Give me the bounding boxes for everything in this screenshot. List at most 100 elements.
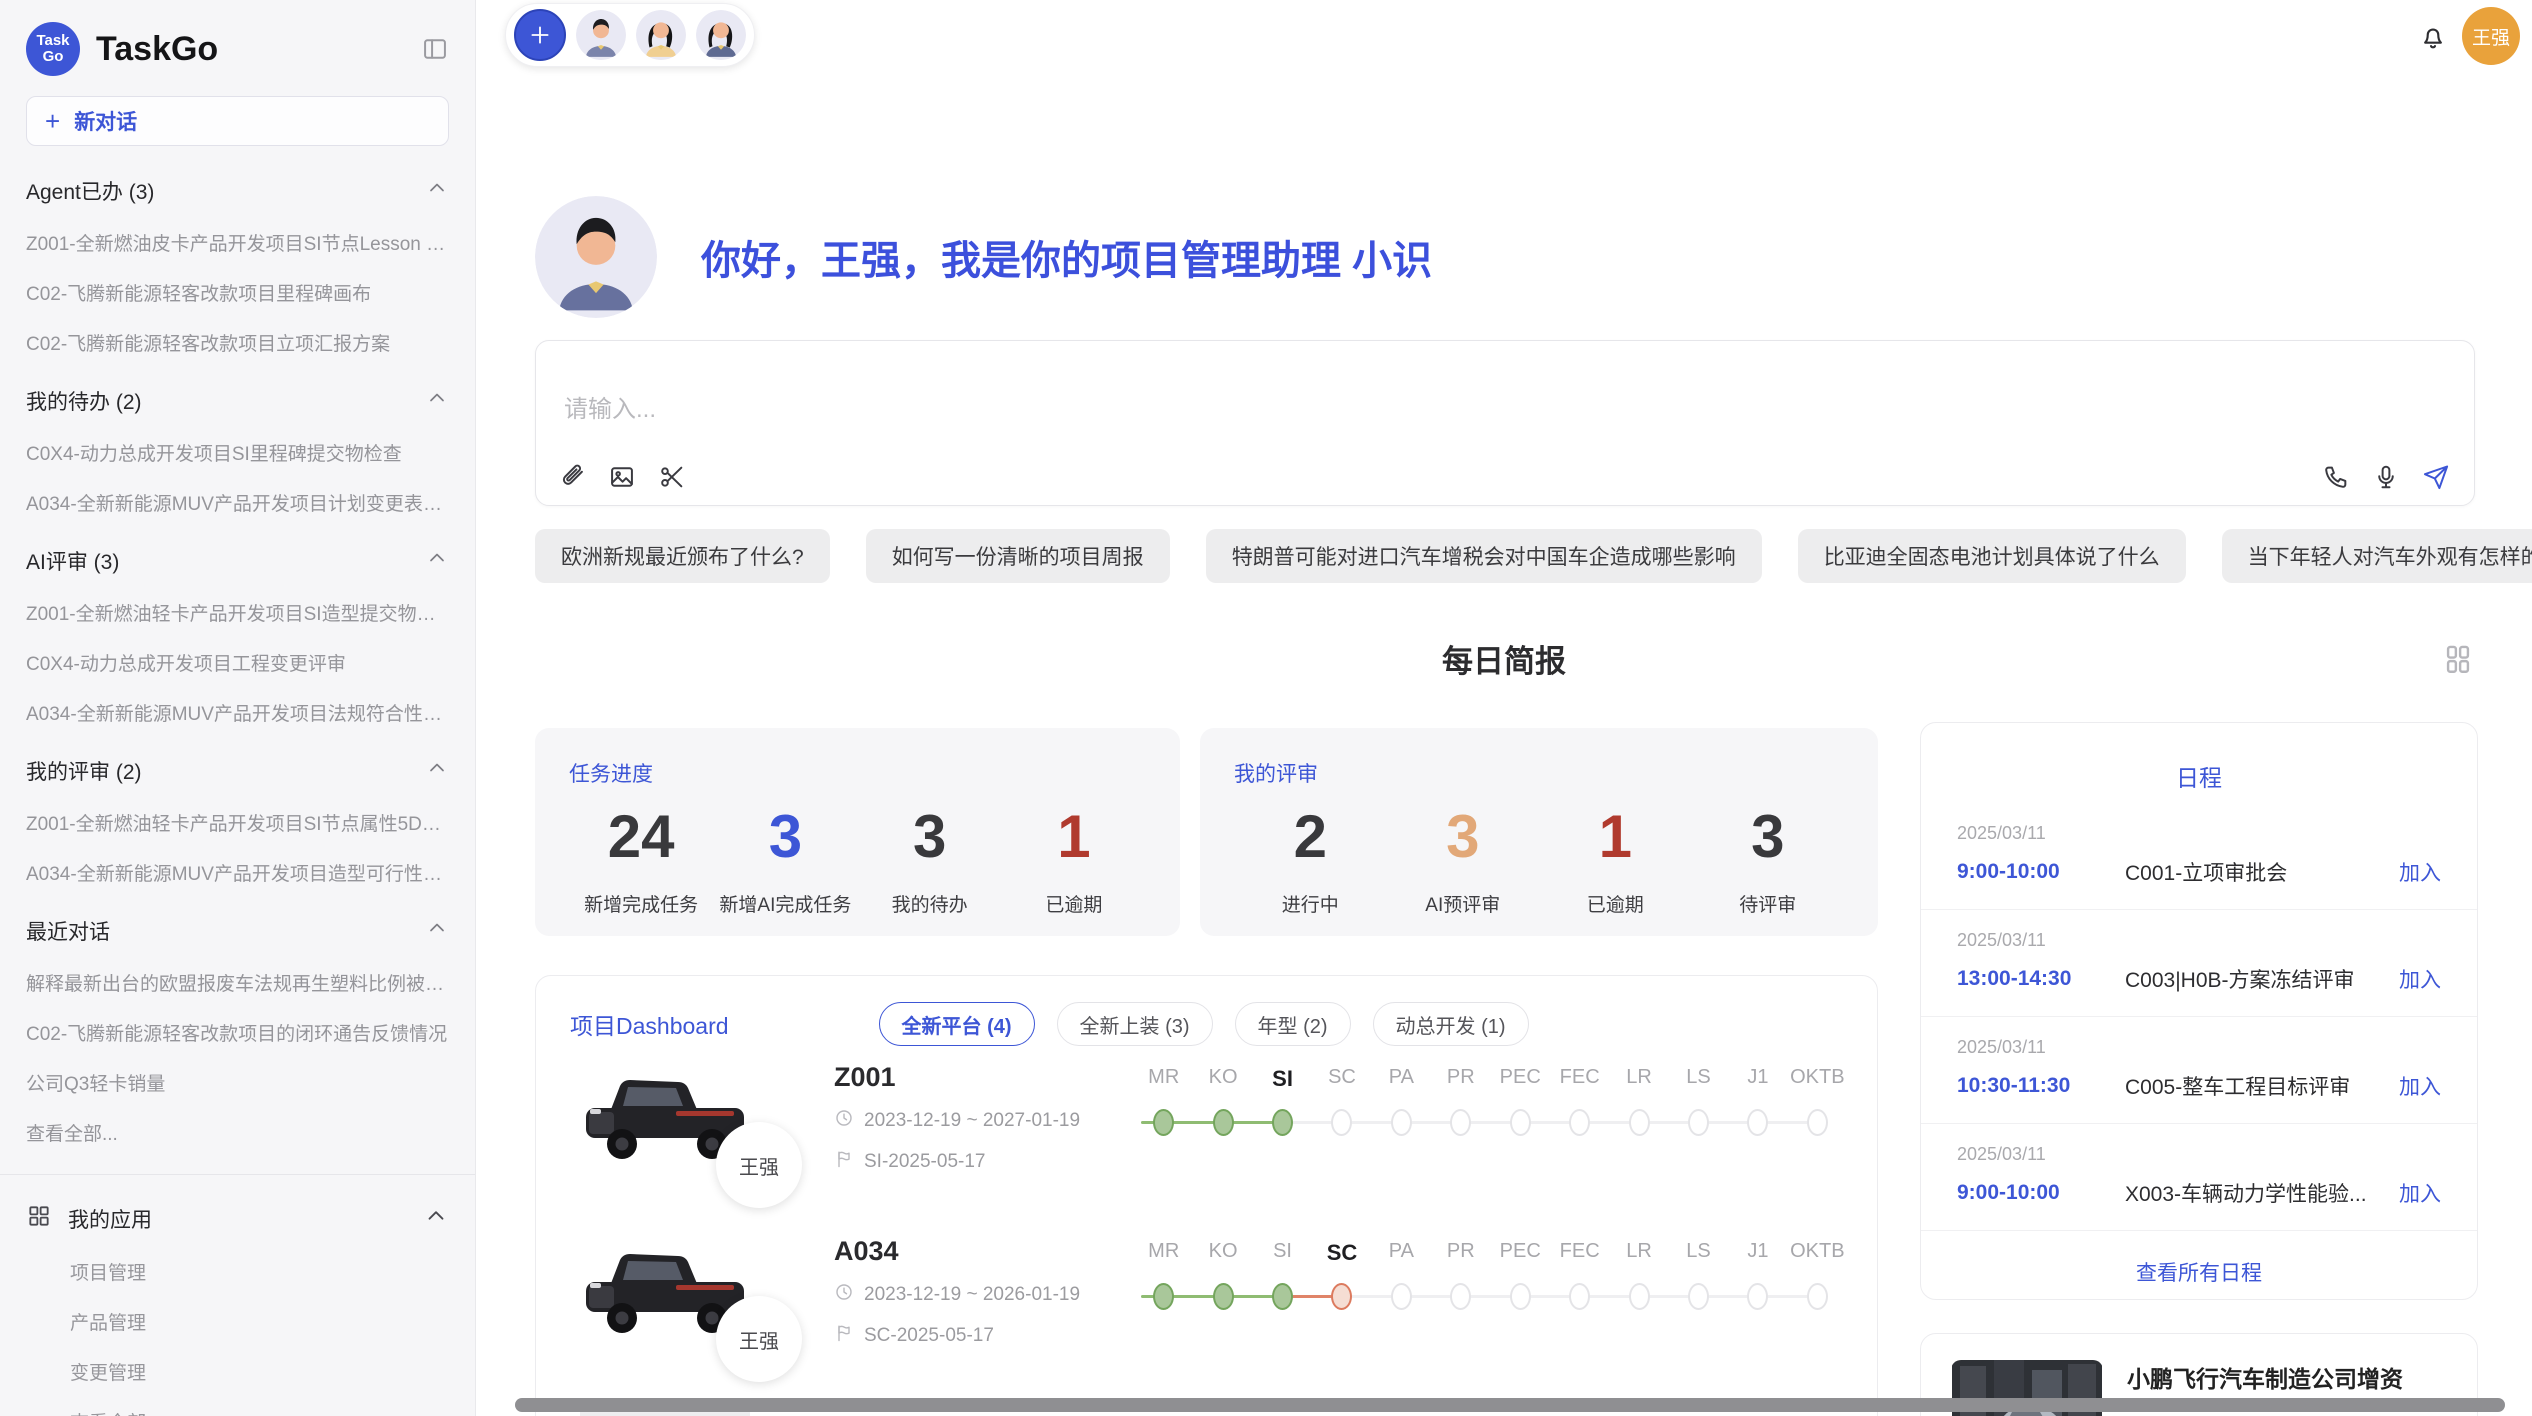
project-row[interactable]: 王强Z0012023-12-19 ~ 2027-01-19SI-2025-05-…	[536, 1060, 1877, 1220]
milestone-cell	[1431, 1109, 1490, 1136]
stat-value: 1	[1539, 804, 1692, 870]
milestone-track: MRKOSISCPAPRPECFECLRLSJ1OKTB	[1134, 1234, 1847, 1314]
voice-call-icon[interactable]	[2322, 463, 2350, 491]
dashboard-tab[interactable]: 全新上装 (3)	[1057, 1002, 1213, 1046]
task-progress-card: 任务进度 24新增完成任务3新增AI完成任务3我的待办1已逾期	[535, 728, 1180, 936]
recent-view-all-link[interactable]: 查看全部...	[26, 1119, 449, 1146]
user-avatar[interactable]: 王强	[2462, 7, 2520, 65]
section-header-recent[interactable]: 最近对话	[26, 916, 449, 946]
milestone-label-SI: SI	[1253, 1066, 1312, 1092]
stat-value: 24	[569, 804, 713, 870]
task-list-item[interactable]: A034-全新新能源MUV产品开发项目计划变更表编写	[26, 489, 449, 516]
app-link[interactable]: 项目管理	[26, 1258, 449, 1285]
chevron-up-icon[interactable]	[425, 386, 449, 416]
sidebar-divider	[0, 1174, 475, 1175]
milestone-cell	[1550, 1283, 1609, 1310]
notification-bell-icon[interactable]	[2418, 22, 2448, 52]
milestone-label-PR: PR	[1431, 1240, 1490, 1266]
task-list-item[interactable]: Z001-全新燃油轻卡产品开发项目SI造型提交物评审	[26, 599, 449, 626]
section-title: Agent已办 (3)	[26, 176, 425, 206]
milestone-dot-PEC	[1510, 1283, 1531, 1310]
image-upload-icon[interactable]	[608, 463, 636, 491]
taskgo-app: Task Go TaskGo + 新对话 Agent已办 (3)Z001-全新燃…	[0, 0, 2532, 1416]
section-header-1[interactable]: 我的待办 (2)	[26, 386, 449, 416]
suggestion-chip[interactable]: 如何写一份清晰的项目周报	[866, 529, 1170, 583]
chevron-up-icon[interactable]	[425, 176, 449, 206]
milestone-dot-PEC	[1510, 1109, 1531, 1136]
clock-icon	[834, 1108, 854, 1134]
stat-label: AI预评审	[1387, 890, 1540, 917]
milestone-cell	[1193, 1109, 1252, 1136]
section-title: 我的评审 (2)	[26, 756, 425, 786]
send-icon[interactable]	[2422, 463, 2450, 491]
chevron-up-icon[interactable]	[425, 756, 449, 786]
suggestion-chip[interactable]: 欧洲新规最近颁布了什么?	[535, 529, 830, 583]
composer-right-icons	[2322, 463, 2450, 491]
microphone-icon[interactable]	[2372, 463, 2400, 491]
task-list-item[interactable]: Z001-全新燃油皮卡产品开发项目SI节点Lesson Learn报告	[26, 229, 449, 256]
milestone-cell	[1609, 1109, 1668, 1136]
suggestion-chips: 欧洲新规最近颁布了什么? 如何写一份清晰的项目周报特朗普可能对进口汽车增税会对中国…	[535, 529, 2475, 583]
stat-label: 我的待办	[858, 890, 1002, 917]
recent-chat-item[interactable]: 解释最新出台的欧盟报废车法规再生塑料比例被调至15%...	[26, 969, 449, 996]
task-list-item[interactable]: C02-飞腾新能源轻客改款项目里程碑画布	[26, 279, 449, 306]
milestone-cell	[1372, 1283, 1431, 1310]
chevron-up-icon[interactable]	[423, 1203, 449, 1235]
join-meeting-link[interactable]: 加入	[2399, 1178, 2441, 1208]
task-list-item[interactable]: Z001-全新燃油轻卡产品开发项目SI节点属性5D文件评审	[26, 809, 449, 836]
milestone-dot-KO	[1213, 1109, 1234, 1136]
task-list-item[interactable]: A034-全新新能源MUV产品开发项目法规符合性评审	[26, 699, 449, 726]
schedule-date: 2025/03/11	[1957, 1144, 2441, 1165]
dashboard-tab[interactable]: 全新平台 (4)	[879, 1002, 1035, 1046]
screenshot-scissors-icon[interactable]	[658, 463, 686, 491]
section-header-3[interactable]: 我的评审 (2)	[26, 756, 449, 786]
task-list-item[interactable]: C0X4-动力总成开发项目SI里程碑提交物检查	[26, 439, 449, 466]
view-all-schedule-link[interactable]: 查看所有日程	[1921, 1257, 2477, 1287]
sidebar-item-my-apps[interactable]: 我的应用	[26, 1203, 449, 1235]
sidebar-collapse-button[interactable]	[421, 35, 449, 63]
my-apps-label: 我的应用	[68, 1204, 407, 1234]
chevron-up-icon[interactable]	[425, 916, 449, 946]
project-row[interactable]: 王强A0342023-12-19 ~ 2026-01-19SC-2025-05-…	[536, 1234, 1877, 1394]
assistant-avatar-2[interactable]	[636, 10, 686, 60]
sidebar-sections: Agent已办 (3) Z001-全新燃油皮卡产品开发项目SI节点Lesson L…	[26, 176, 449, 1416]
layout-grid-icon[interactable]	[2441, 642, 2475, 676]
app-link[interactable]: 变更管理	[26, 1358, 449, 1385]
message-input[interactable]	[562, 395, 1462, 425]
add-assistant-button[interactable]	[514, 9, 566, 61]
milestone-cell	[1193, 1283, 1252, 1310]
milestone-cell	[1253, 1283, 1312, 1310]
recent-chat-item[interactable]: 公司Q3轻卡销量	[26, 1069, 449, 1096]
assistant-avatar-1[interactable]	[576, 10, 626, 60]
stat-AI预评审: 3AI预评审	[1387, 804, 1540, 917]
apps-view-all-link[interactable]: 查看全部...	[26, 1408, 449, 1416]
plus-icon: +	[45, 108, 60, 134]
assistant-avatar-3[interactable]	[696, 10, 746, 60]
recent-chat-item[interactable]: C02-飞腾新能源轻客改款项目的闭环通告反馈情况	[26, 1019, 449, 1046]
horizontal-scrollbar[interactable]	[515, 1398, 2505, 1412]
card-title: 我的评审	[1234, 758, 1844, 788]
suggestion-chip[interactable]: 特朗普可能对进口汽车增税会对中国车企造成哪些影响	[1206, 529, 1762, 583]
attachment-icon[interactable]	[558, 463, 586, 491]
suggestion-chip[interactable]: 比亚迪全固态电池计划具体说了什么	[1798, 529, 2186, 583]
milestone-label-FEC: FEC	[1550, 1240, 1609, 1266]
app-link[interactable]: 产品管理	[26, 1308, 449, 1335]
section-header-0[interactable]: Agent已办 (3)	[26, 176, 449, 206]
new-chat-button[interactable]: + 新对话	[26, 96, 449, 146]
chevron-up-icon[interactable]	[425, 546, 449, 576]
section-header-2[interactable]: AI评审 (3)	[26, 546, 449, 576]
join-meeting-link[interactable]: 加入	[2399, 1071, 2441, 1101]
dashboard-tab[interactable]: 年型 (2)	[1235, 1002, 1351, 1046]
milestone-dot-LR	[1629, 1283, 1650, 1310]
join-meeting-link[interactable]: 加入	[2399, 857, 2441, 887]
task-list-item[interactable]: C02-飞腾新能源轻客改款项目立项汇报方案	[26, 329, 449, 356]
milestone-dot-PR	[1450, 1283, 1471, 1310]
milestone-flag-text: SC-2025-05-17	[864, 1325, 994, 1347]
task-list-item[interactable]: A034-全新新能源MUV产品开发项目造型可行性评审	[26, 859, 449, 886]
suggestion-chip[interactable]: 当下年轻人对汽车外观有怎样的喜好趋势	[2222, 529, 2532, 583]
stat-label: 新增完成任务	[569, 890, 713, 917]
greeting-text: 你好，王强，我是你的项目管理助理 小识	[701, 228, 1432, 286]
task-list-item[interactable]: C0X4-动力总成开发项目工程变更评审	[26, 649, 449, 676]
dashboard-tab[interactable]: 动总开发 (1)	[1373, 1002, 1529, 1046]
join-meeting-link[interactable]: 加入	[2399, 964, 2441, 994]
